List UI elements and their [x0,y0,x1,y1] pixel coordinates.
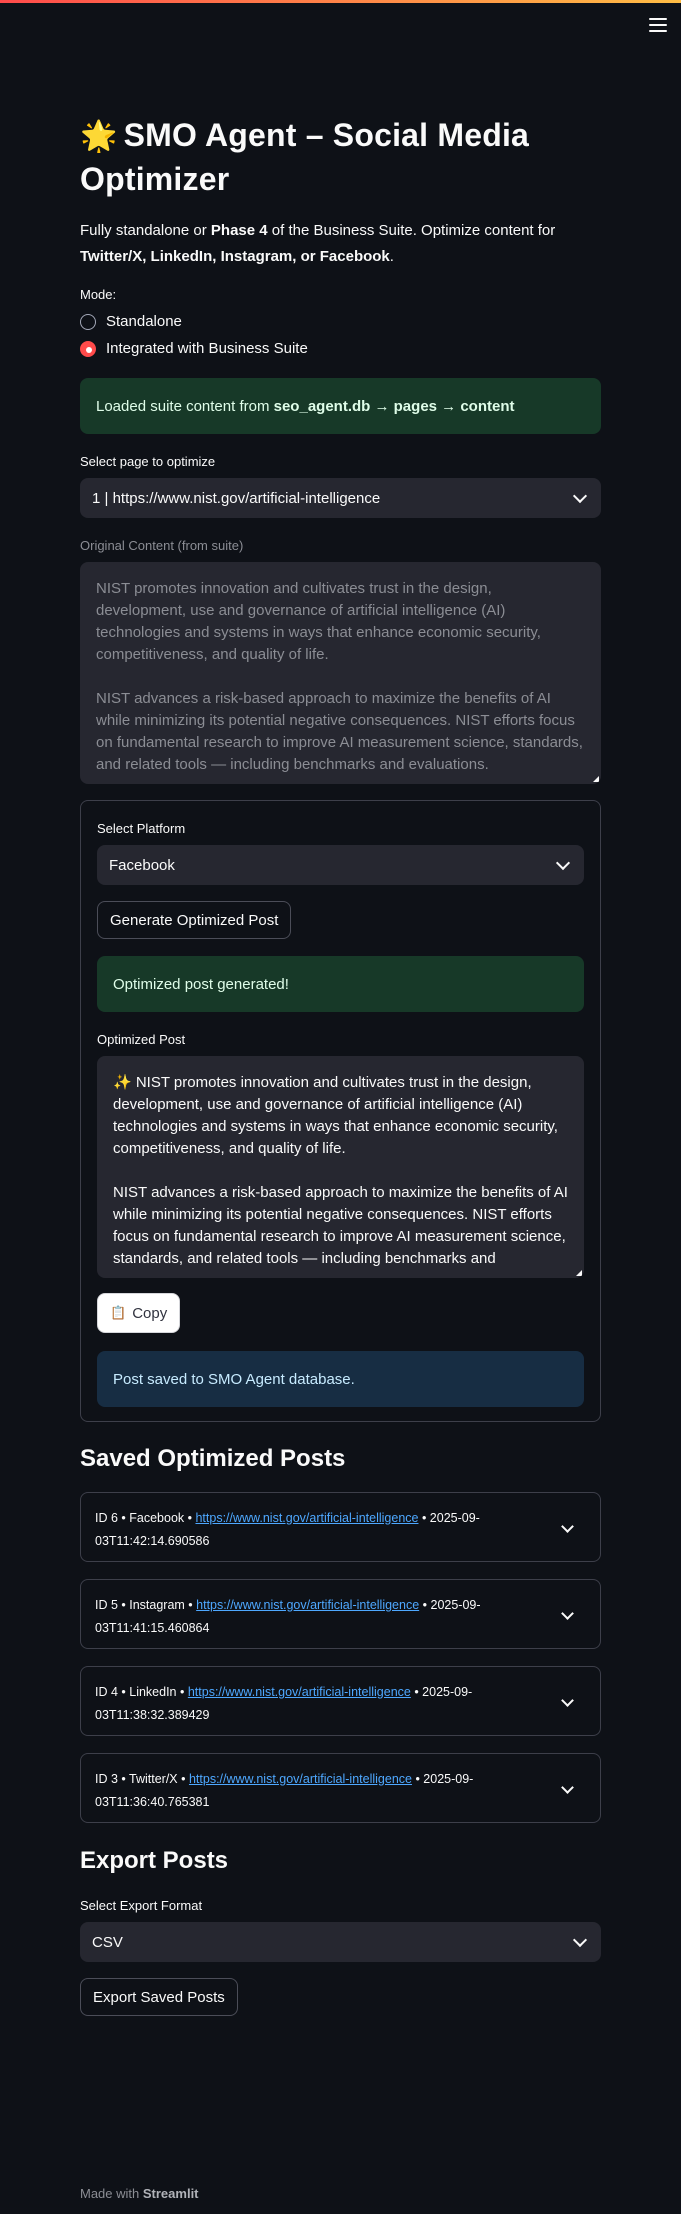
export-format-value: CSV [92,1933,123,1951]
post-meta: ID 4 • LinkedIn • [95,1685,188,1699]
suite-load-notice: Loaded suite content from seo_agent.db →… [80,378,601,434]
chevron-down-icon [572,1932,588,1947]
optimized-post-textarea[interactable]: ✨ NIST promotes innovation and cultivate… [97,1056,584,1278]
saved-post-expander[interactable]: ID 4 • LinkedIn • https://www.nist.gov/a… [80,1666,601,1736]
footer-text: Made with [80,2186,143,2201]
resize-handle-icon[interactable] [593,776,599,782]
success-message: Optimized post generated! [97,956,584,1012]
mode-option-standalone[interactable]: Standalone [80,313,182,330]
generate-post-button[interactable]: Generate Optimized Post [97,901,292,939]
chevron-down-icon [561,1694,574,1707]
mode-label: Mode: [80,287,117,302]
mode-option-label: Standalone [106,313,182,330]
saved-posts-heading: Saved Optimized Posts [80,1445,346,1472]
post-meta: ID 5 • Instagram • [95,1598,197,1612]
intro-bold: Phase 4 [210,222,268,239]
intro-part: of the Business Suite. Optimize content … [267,222,556,239]
copy-button-label: Copy [132,1304,168,1322]
post-meta: ID 6 • Facebook • [95,1511,196,1525]
chevron-down-icon [555,855,571,870]
chevron-down-icon [561,1520,574,1533]
copy-button[interactable]: 📋 Copy [97,1293,181,1333]
radio-checked-icon[interactable] [80,340,96,357]
notice-source: seo_agent.db → pages → content [273,397,515,415]
optimized-paragraph: NIST advances a risk-based approach to m… [113,1184,568,1267]
streamlit-link[interactable]: Streamlit [143,2186,199,2201]
intro-part: . [389,248,394,265]
clipboard-icon: 📋 [110,1305,127,1320]
optimizer-form-card: Select Platform Facebook Generate Optimi… [80,800,601,1422]
optimized-paragraph: ✨ NIST promotes innovation and cultivate… [113,1074,558,1157]
notice-text: Loaded suite content from [96,397,270,415]
original-content-label: Original Content (from suite) [80,538,244,553]
page-title: 🌟 SMO Agent – Social Media Optimizer [80,114,601,201]
intro-part: Fully standalone or [80,222,211,239]
original-content-textarea: NIST promotes innovation and cultivates … [80,562,601,784]
post-url-link[interactable]: https://www.nist.gov/artificial-intellig… [188,1685,411,1699]
resize-handle-icon[interactable] [576,1270,582,1276]
intro-bold: Twitter/X, LinkedIn, Instagram, or Faceb… [80,248,390,265]
export-format-select[interactable]: CSV [80,1922,601,1962]
saved-post-expander[interactable]: ID 5 • Instagram • https://www.nist.gov/… [80,1579,601,1649]
chevron-down-icon [572,488,588,503]
saved-info-text: Post saved to SMO Agent database. [113,1370,355,1388]
saved-post-expander[interactable]: ID 3 • Twitter/X • https://www.nist.gov/… [80,1753,601,1823]
page-select-label: Select page to optimize [80,454,216,469]
post-meta: ID 3 • Twitter/X • [95,1772,189,1786]
platform-select[interactable]: Facebook [97,845,584,885]
mode-option-integrated[interactable]: Integrated with Business Suite [80,340,308,357]
radio-unchecked-icon[interactable] [80,313,96,330]
original-paragraph: NIST promotes innovation and cultivates … [96,580,541,663]
chevron-down-icon [561,1781,574,1794]
hamburger-menu-icon[interactable] [649,18,667,32]
export-heading: Export Posts [80,1847,229,1874]
post-url-link[interactable]: https://www.nist.gov/artificial-intellig… [189,1772,412,1786]
footer: Made with Streamlit [80,2186,199,2201]
top-decoration-bar [0,0,681,3]
page-select-value: 1 | https://www.nist.gov/artificial-inte… [92,489,381,507]
post-url-link[interactable]: https://www.nist.gov/artificial-intellig… [196,1598,419,1612]
intro-text: Fully standalone or Phase 4 of the Busin… [80,218,601,270]
page-select[interactable]: 1 | https://www.nist.gov/artificial-inte… [80,478,601,518]
export-format-label: Select Export Format [80,1898,203,1913]
post-url-link[interactable]: https://www.nist.gov/artificial-intellig… [195,1511,418,1525]
optimized-post-label: Optimized Post [97,1032,186,1047]
chevron-down-icon [561,1607,574,1620]
success-message-text: Optimized post generated! [113,975,289,993]
export-posts-button[interactable]: Export Saved Posts [80,1978,238,2016]
saved-post-expander[interactable]: ID 6 • Facebook • https://www.nist.gov/a… [80,1492,601,1562]
saved-info-message: Post saved to SMO Agent database. [97,1351,584,1407]
sun-emoji-icon: 🌟 [80,120,118,153]
page-title-text: SMO Agent – Social Media Optimizer [80,117,530,197]
platform-select-value: Facebook [109,856,175,874]
mode-option-label: Integrated with Business Suite [106,340,308,357]
original-paragraph: NIST advances a risk-based approach to m… [96,690,583,773]
platform-label: Select Platform [97,821,186,836]
